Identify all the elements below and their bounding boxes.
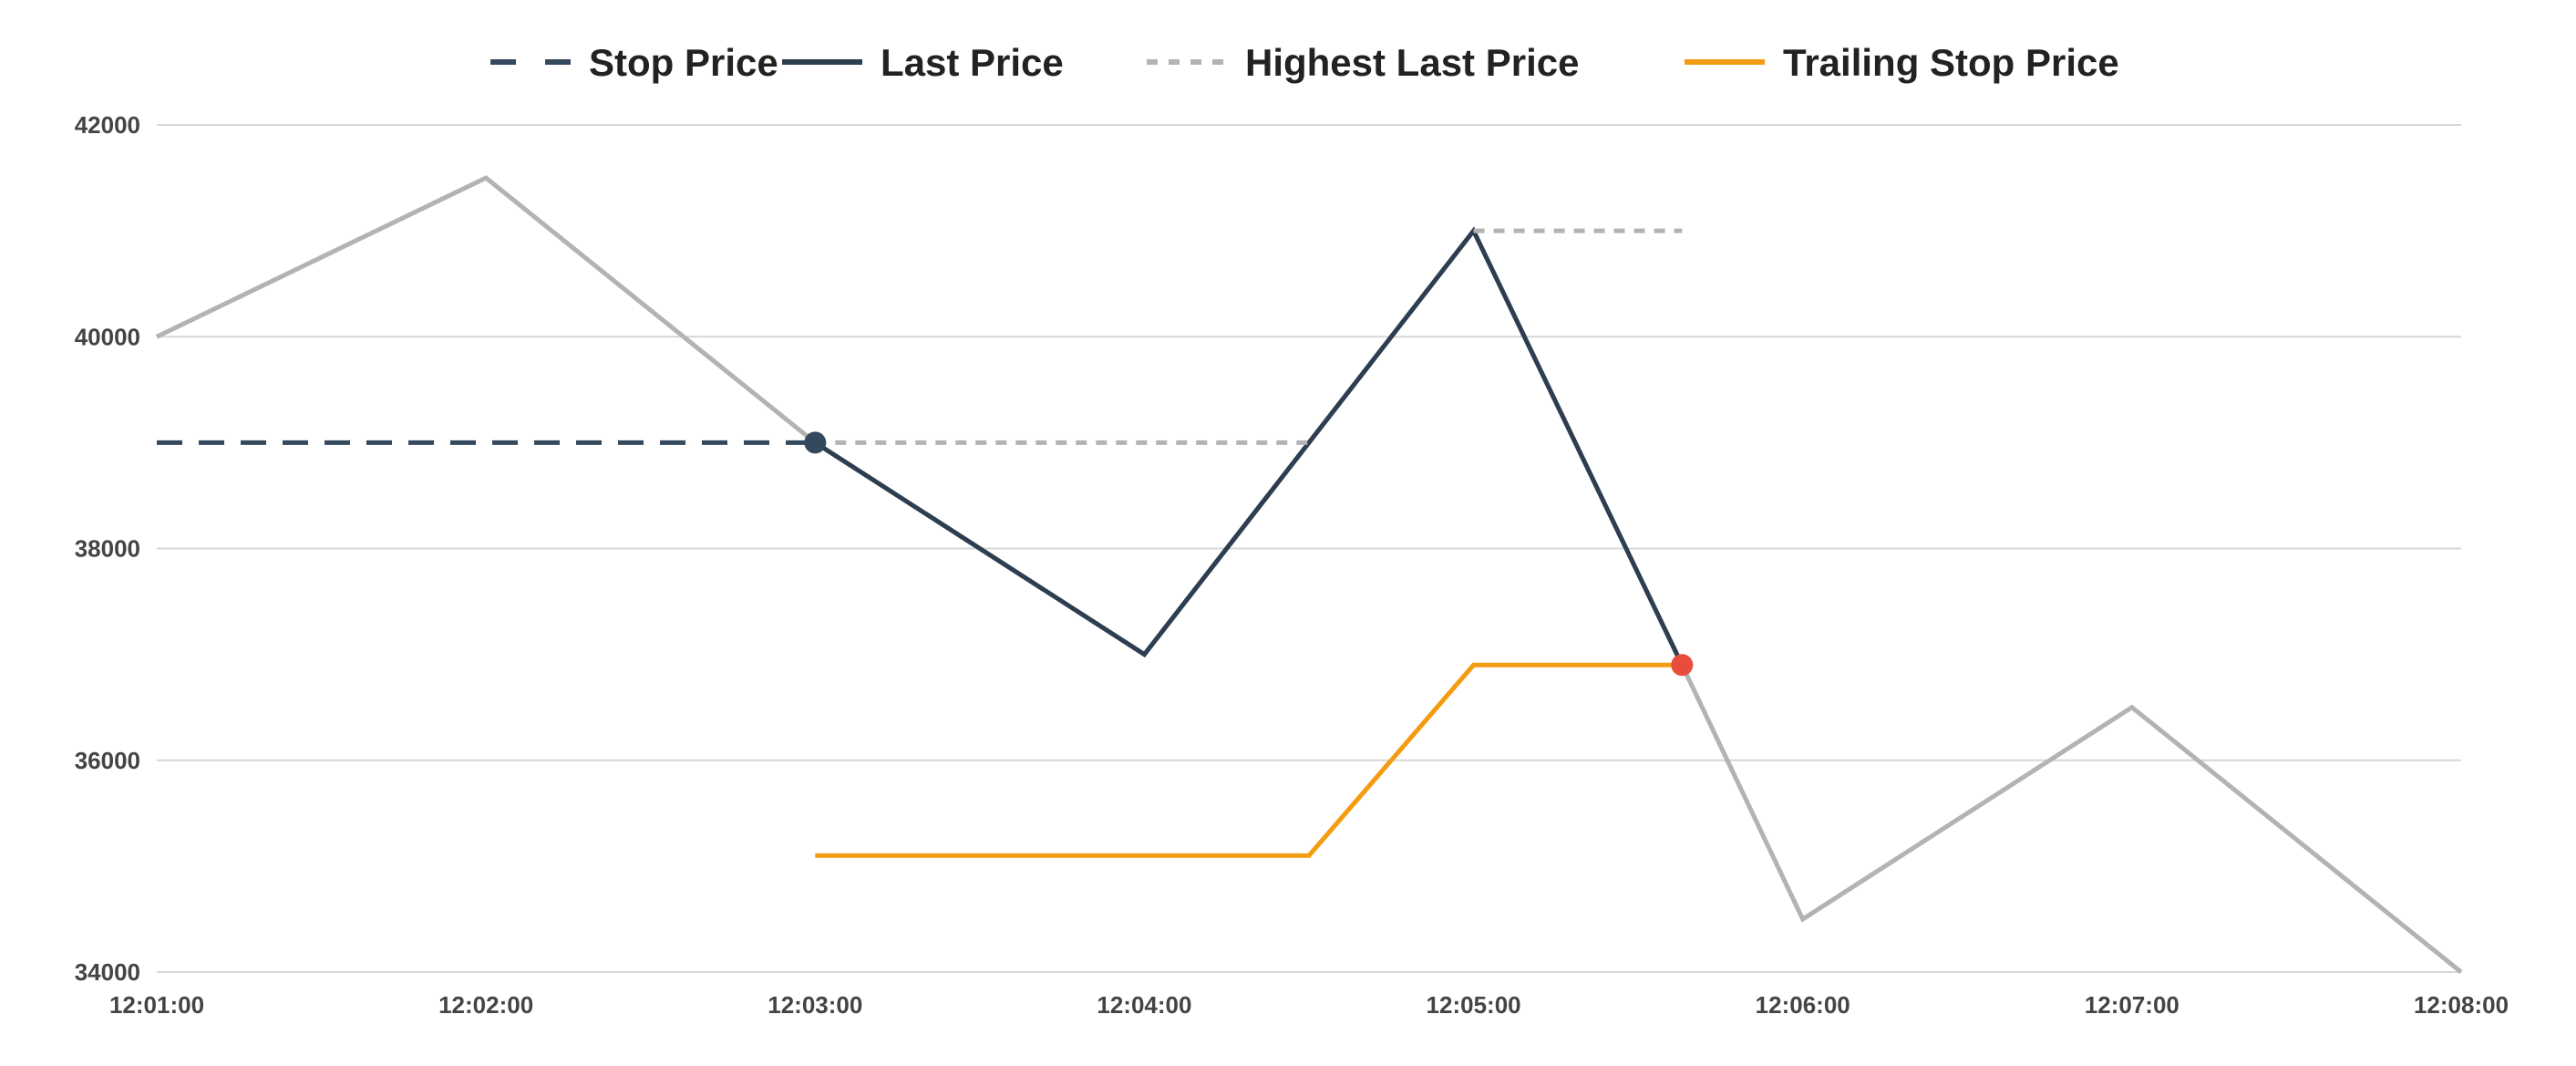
x-tick-label: 12:06:00: [1756, 991, 1850, 1019]
x-tick-label: 12:02:00: [438, 991, 533, 1019]
legend-item: Last Price: [782, 41, 1064, 84]
x-tick-label: 12:04:00: [1097, 991, 1191, 1019]
legend-item: Highest Last Price: [1147, 41, 1579, 84]
x-tick-label: 12:07:00: [2085, 991, 2179, 1019]
legend-item: Stop Price: [490, 41, 778, 84]
y-tick-label: 36000: [75, 747, 140, 774]
trailing-stop-chart: Stop Price Last Price Highest Last Price Tr…: [75, 41, 2509, 1019]
series-lines: [155, 175, 2463, 974]
legend-label: Highest Last Price: [1245, 41, 1579, 84]
y-tick-label: 42000: [75, 111, 140, 139]
x-axis: 12:01:00 12:02:00 12:03:00 12:04:00 12:05:00…: [109, 991, 2509, 1019]
markers: [804, 431, 1694, 677]
legend-item: Trailing Stop Price: [1685, 41, 2119, 84]
y-tick-label: 40000: [75, 323, 140, 350]
y-tick-label: 38000: [75, 535, 140, 563]
x-tick-label: 12:08:00: [2414, 991, 2509, 1019]
legend-label: Trailing Stop Price: [1783, 41, 2119, 84]
legend-label: Last Price: [881, 41, 1064, 84]
y-tick-label: 34000: [75, 958, 140, 986]
x-tick-label: 12:03:00: [768, 991, 862, 1019]
legend: Stop Price Last Price Highest Last Price Tr…: [490, 41, 2119, 84]
x-tick-label: 12:05:00: [1427, 991, 1521, 1019]
data-point-marker: [804, 431, 827, 454]
grid: [157, 124, 2461, 973]
x-tick-label: 12:01:00: [109, 991, 204, 1019]
legend-label: Stop Price: [589, 41, 778, 84]
y-axis: 34000 36000 38000 40000 42000: [75, 111, 140, 986]
data-point-marker: [1671, 654, 1694, 677]
last-price-line: [813, 226, 1685, 667]
